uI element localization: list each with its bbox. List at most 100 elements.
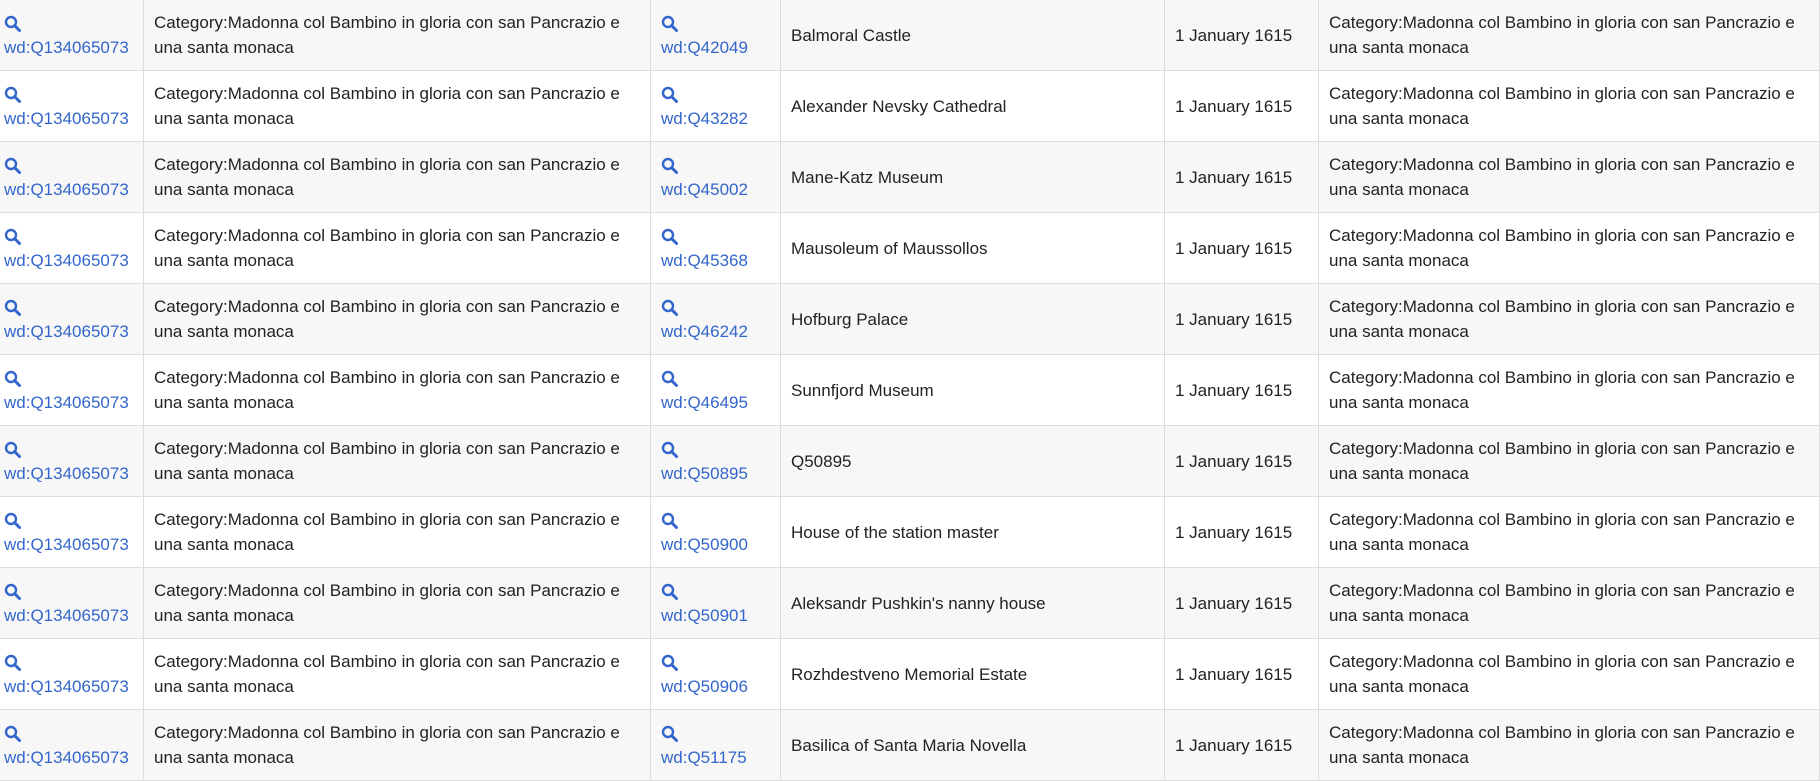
category2-cell: Category:Madonna col Bambino in gloria c… — [1318, 212, 1820, 284]
item-qid-link[interactable]: wd:Q134065073 — [4, 106, 133, 131]
item-qid-link[interactable]: wd:Q134065073 — [4, 603, 133, 628]
item-cell: wd:Q134065073 — [0, 0, 144, 71]
place-qid-link[interactable]: wd:Q50901 — [661, 603, 770, 628]
place-label-cell: Mane-Katz Museum — [780, 141, 1165, 213]
place-label-text: Aleksandr Pushkin's nanny house — [791, 593, 1046, 613]
place-link-block: wd:Q50900 — [661, 507, 770, 557]
place-label-cell: Aleksandr Pushkin's nanny house — [780, 567, 1165, 639]
results-table: wd:Q134065073 Category:Madonna col Bambi… — [0, 0, 1820, 781]
place-link-block: wd:Q46242 — [661, 294, 770, 344]
category-text: Category:Madonna col Bambino in gloria c… — [154, 368, 620, 412]
item-qid-link[interactable]: wd:Q134065073 — [4, 177, 133, 202]
category-cell: Category:Madonna col Bambino in gloria c… — [143, 212, 651, 284]
item-cell: wd:Q134065073 — [0, 425, 144, 497]
date-cell: 1 January 1615 — [1164, 567, 1319, 639]
item-link-block: wd:Q134065073 — [4, 365, 133, 415]
magnifier-icon[interactable] — [4, 441, 22, 459]
item-qid-link[interactable]: wd:Q134065073 — [4, 390, 133, 415]
item-qid-link[interactable]: wd:Q134065073 — [4, 319, 133, 344]
place-qid-link[interactable]: wd:Q50895 — [661, 461, 770, 486]
magnifier-icon[interactable] — [661, 157, 679, 175]
item-link-block: wd:Q134065073 — [4, 223, 133, 273]
place-qid-link[interactable]: wd:Q45002 — [661, 177, 770, 202]
magnifier-icon[interactable] — [4, 228, 22, 246]
category2-text: Category:Madonna col Bambino in gloria c… — [1329, 581, 1795, 625]
place-qid-link[interactable]: wd:Q50900 — [661, 532, 770, 557]
magnifier-icon[interactable] — [661, 725, 679, 743]
place-label-cell: Balmoral Castle — [780, 0, 1165, 71]
place-qid-link[interactable]: wd:Q46242 — [661, 319, 770, 344]
magnifier-icon[interactable] — [4, 725, 22, 743]
item-cell: wd:Q134065073 — [0, 70, 144, 142]
item-qid-link[interactable]: wd:Q134065073 — [4, 461, 133, 486]
magnifier-icon[interactable] — [661, 299, 679, 317]
magnifier-icon[interactable] — [661, 370, 679, 388]
place-cell: wd:Q46495 — [650, 354, 781, 426]
place-cell: wd:Q43282 — [650, 70, 781, 142]
magnifier-icon[interactable] — [661, 512, 679, 530]
category2-text: Category:Madonna col Bambino in gloria c… — [1329, 297, 1795, 341]
place-qid-link[interactable]: wd:Q45368 — [661, 248, 770, 273]
magnifier-icon[interactable] — [4, 86, 22, 104]
category-cell: Category:Madonna col Bambino in gloria c… — [143, 709, 651, 781]
place-label-cell: Alexander Nevsky Cathedral — [780, 70, 1165, 142]
place-qid-link[interactable]: wd:Q46495 — [661, 390, 770, 415]
item-qid-link[interactable]: wd:Q134065073 — [4, 35, 133, 60]
date-cell: 1 January 1615 — [1164, 709, 1319, 781]
place-label-cell: Basilica of Santa Maria Novella — [780, 709, 1165, 781]
place-label-cell: Q50895 — [780, 425, 1165, 497]
table-row: wd:Q134065073 Category:Madonna col Bambi… — [0, 638, 1820, 710]
item-link-block: wd:Q134065073 — [4, 10, 133, 60]
magnifier-icon[interactable] — [661, 228, 679, 246]
magnifier-icon[interactable] — [4, 15, 22, 33]
magnifier-icon[interactable] — [4, 583, 22, 601]
item-cell: wd:Q134065073 — [0, 496, 144, 568]
category-text: Category:Madonna col Bambino in gloria c… — [154, 510, 620, 554]
table-row: wd:Q134065073 Category:Madonna col Bambi… — [0, 567, 1820, 639]
magnifier-icon[interactable] — [661, 15, 679, 33]
place-link-block: wd:Q43282 — [661, 81, 770, 131]
category-cell: Category:Madonna col Bambino in gloria c… — [143, 0, 651, 71]
magnifier-icon[interactable] — [661, 441, 679, 459]
date-cell: 1 January 1615 — [1164, 496, 1319, 568]
place-link-block: wd:Q46495 — [661, 365, 770, 415]
category2-text: Category:Madonna col Bambino in gloria c… — [1329, 652, 1795, 696]
place-qid-link[interactable]: wd:Q50906 — [661, 674, 770, 699]
place-cell: wd:Q50895 — [650, 425, 781, 497]
item-qid-link[interactable]: wd:Q134065073 — [4, 532, 133, 557]
item-link-block: wd:Q134065073 — [4, 294, 133, 344]
magnifier-icon[interactable] — [4, 157, 22, 175]
place-cell: wd:Q42049 — [650, 0, 781, 71]
category-cell: Category:Madonna col Bambino in gloria c… — [143, 425, 651, 497]
place-label-cell: Mausoleum of Maussollos — [780, 212, 1165, 284]
magnifier-icon[interactable] — [4, 299, 22, 317]
magnifier-icon[interactable] — [661, 654, 679, 672]
results-body: wd:Q134065073 Category:Madonna col Bambi… — [0, 0, 1820, 781]
item-link-block: wd:Q134065073 — [4, 649, 133, 699]
place-label-text: Q50895 — [791, 451, 852, 471]
category-cell: Category:Madonna col Bambino in gloria c… — [143, 70, 651, 142]
category-cell: Category:Madonna col Bambino in gloria c… — [143, 141, 651, 213]
magnifier-icon[interactable] — [661, 583, 679, 601]
item-link-block: wd:Q134065073 — [4, 578, 133, 628]
item-qid-link[interactable]: wd:Q134065073 — [4, 674, 133, 699]
category2-text: Category:Madonna col Bambino in gloria c… — [1329, 84, 1795, 128]
magnifier-icon[interactable] — [4, 512, 22, 530]
place-qid-link[interactable]: wd:Q43282 — [661, 106, 770, 131]
place-qid-link[interactable]: wd:Q42049 — [661, 35, 770, 60]
category-text: Category:Madonna col Bambino in gloria c… — [154, 652, 620, 696]
category2-cell: Category:Madonna col Bambino in gloria c… — [1318, 425, 1820, 497]
item-qid-link[interactable]: wd:Q134065073 — [4, 745, 133, 770]
item-cell: wd:Q134065073 — [0, 638, 144, 710]
item-qid-link[interactable]: wd:Q134065073 — [4, 248, 133, 273]
place-qid-link[interactable]: wd:Q51175 — [661, 745, 770, 770]
magnifier-icon[interactable] — [661, 86, 679, 104]
category-cell: Category:Madonna col Bambino in gloria c… — [143, 567, 651, 639]
category-text: Category:Madonna col Bambino in gloria c… — [154, 439, 620, 483]
magnifier-icon[interactable] — [4, 654, 22, 672]
magnifier-icon[interactable] — [4, 370, 22, 388]
place-label-text: Basilica of Santa Maria Novella — [791, 735, 1027, 755]
category2-cell: Category:Madonna col Bambino in gloria c… — [1318, 638, 1820, 710]
date-text: 1 January 1615 — [1175, 167, 1293, 187]
table-row: wd:Q134065073 Category:Madonna col Bambi… — [0, 141, 1820, 213]
